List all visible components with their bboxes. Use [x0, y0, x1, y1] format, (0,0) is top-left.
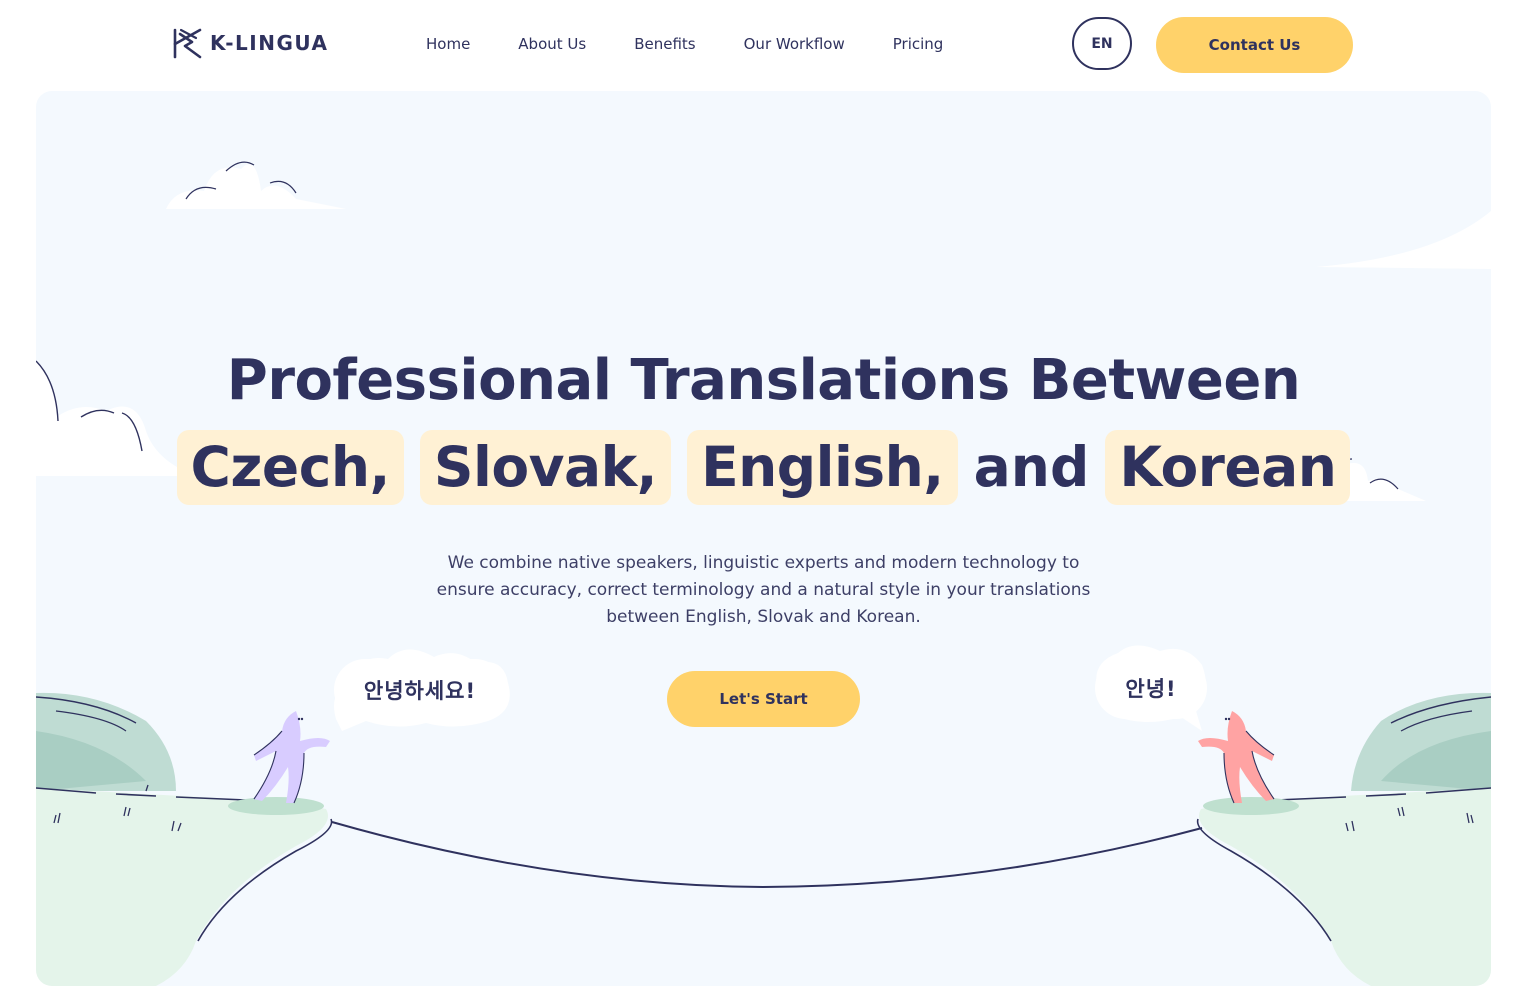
greeting-right: 안녕! [1095, 657, 1207, 719]
hero-section: Professional Translations Between Czech,… [36, 91, 1491, 986]
rope-line [331, 821, 1203, 889]
nav-item-home[interactable]: Home [426, 35, 470, 53]
hero-subtitle: We combine native speakers, linguistic e… [436, 553, 1091, 627]
hero-illustration [36, 161, 1491, 986]
greeting-left: 안녕하세요! [334, 659, 506, 721]
nav-item-benefits[interactable]: Benefits [634, 35, 695, 53]
language-conjunction: and [973, 435, 1090, 499]
language-list: Czech, Slovak, English, and Korean [36, 430, 1491, 505]
main-nav: Home About Us Benefits Our Workflow Pric… [426, 35, 943, 53]
cloud-icon [1316, 211, 1491, 269]
language-chip-czech: Czech, [176, 430, 404, 505]
cloud-icon [166, 161, 346, 209]
language-chip-slovak: Slovak, [419, 430, 672, 505]
nav-item-pricing[interactable]: Pricing [893, 35, 944, 53]
contact-us-button[interactable]: Contact Us [1156, 17, 1353, 73]
nav-item-about-us[interactable]: About Us [518, 35, 586, 53]
brand-logo[interactable]: K-LINGUA [172, 26, 329, 60]
right-character-figure [1198, 711, 1275, 804]
nav-item-our-workflow[interactable]: Our Workflow [744, 35, 845, 53]
left-character-figure [253, 711, 330, 804]
language-chip-english: English, [687, 430, 958, 505]
language-switcher-button[interactable]: EN [1072, 17, 1132, 70]
language-chip-korean: Korean [1105, 430, 1351, 505]
site-header: K-LINGUA Home About Us Benefits Our Work… [0, 0, 1525, 90]
brand-name: K-LINGUA [210, 31, 329, 55]
k-logo-icon [173, 28, 202, 59]
hero-headline: Professional Translations Between [226, 348, 1301, 413]
lets-start-button[interactable]: Let's Start [667, 671, 860, 727]
